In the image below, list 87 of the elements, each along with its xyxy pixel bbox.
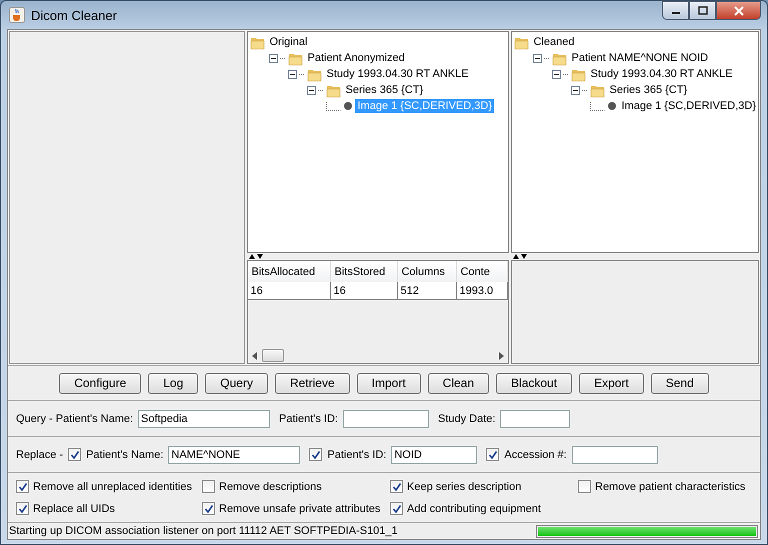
status-message: Starting up DICOM association listener on port 11112 AET SOFTPEDIA-S101_1 xyxy=(9,525,399,537)
field-label: Add contributing equipment xyxy=(407,502,541,514)
leaf-dot-icon xyxy=(343,101,354,111)
checkmark-icon xyxy=(70,450,80,460)
field-label: Patient's ID: xyxy=(279,412,338,424)
checkbox[interactable] xyxy=(68,448,82,461)
table-cell: 16 xyxy=(248,282,331,300)
input-field[interactable]: Softpedia xyxy=(138,410,270,428)
input-field[interactable]: NAME^NONE xyxy=(168,446,300,464)
split-arrows-icon[interactable] xyxy=(513,254,528,259)
field-label: Study Date: xyxy=(438,412,496,424)
action-button[interactable]: Export xyxy=(579,372,644,394)
input-field[interactable]: NOID xyxy=(391,446,478,464)
action-button[interactable]: Send xyxy=(650,372,709,394)
collapse-toggle-icon[interactable] xyxy=(533,54,542,62)
coffee-cup-icon xyxy=(9,7,25,23)
action-button[interactable]: Query xyxy=(205,372,268,394)
checkmark-icon xyxy=(488,450,498,460)
tree-item[interactable]: Study 1993.04.30 RT ANKLE xyxy=(324,67,471,81)
maximize-button[interactable] xyxy=(689,1,716,20)
field-label: Patient's Name: xyxy=(86,448,164,460)
field-label: Remove descriptions xyxy=(219,480,322,492)
field-label: Keep series description xyxy=(407,480,522,492)
close-icon xyxy=(734,6,744,16)
checkmark-icon xyxy=(392,482,402,492)
tree-item[interactable]: Image 1 {SC,DERIVED,3D} xyxy=(619,99,758,113)
minimize-button[interactable] xyxy=(662,1,689,20)
maximize-icon xyxy=(698,6,708,15)
checkmark-icon xyxy=(18,504,28,514)
right-arrow-icon[interactable] xyxy=(498,352,504,360)
field-label: Remove patient characteristics xyxy=(595,480,746,492)
tree-item[interactable]: Series 365 {CT} xyxy=(607,83,690,97)
tree-item[interactable]: Original xyxy=(267,35,310,49)
checkbox[interactable] xyxy=(202,480,215,493)
column-header[interactable]: BitsStored xyxy=(330,261,398,282)
tree-item[interactable]: Cleaned xyxy=(531,35,576,49)
action-button[interactable]: Import xyxy=(356,372,421,394)
table-cell: 512 xyxy=(398,282,457,300)
checkbox[interactable] xyxy=(578,480,591,493)
checkmark-icon xyxy=(310,450,321,460)
checkbox[interactable] xyxy=(390,502,403,515)
action-button[interactable]: Clean xyxy=(428,372,490,394)
close-button[interactable] xyxy=(716,1,761,20)
connector-line xyxy=(590,102,606,110)
checkmark-icon xyxy=(18,482,28,492)
action-button[interactable]: Retrieve xyxy=(274,372,350,394)
scroll-thumb[interactable] xyxy=(262,349,284,362)
column-header[interactable]: BitsAllocated xyxy=(248,261,331,282)
field-label: Replace - xyxy=(16,448,64,460)
field-label: Remove all unreplaced identities xyxy=(33,480,192,492)
checkbox[interactable] xyxy=(309,448,322,461)
column-header[interactable]: Columns xyxy=(398,261,457,282)
input-field[interactable] xyxy=(343,410,429,428)
collapse-toggle-icon[interactable] xyxy=(288,70,298,78)
checkmark-icon xyxy=(204,504,214,514)
field-label: Remove unsafe private attributes xyxy=(219,502,380,514)
tree-item[interactable]: Study 1993.04.30 RT ANKLE xyxy=(588,67,735,81)
leaf-dot-icon xyxy=(607,101,618,111)
action-button[interactable]: Log xyxy=(148,372,198,394)
table-cell: 16 xyxy=(330,282,398,300)
field-label: Query - Patient's Name: xyxy=(16,412,134,424)
collapse-toggle-icon[interactable] xyxy=(307,86,316,94)
checkbox[interactable] xyxy=(390,480,403,493)
tree-item[interactable]: Patient Anonymized xyxy=(305,51,407,65)
connector-line xyxy=(326,102,342,110)
split-arrows-icon[interactable] xyxy=(249,254,264,259)
input-field[interactable] xyxy=(572,446,658,464)
checkbox[interactable] xyxy=(16,502,29,515)
checkbox[interactable] xyxy=(16,480,29,493)
table-cell: 1993.0 xyxy=(456,282,508,300)
field-label: Replace all UIDs xyxy=(33,502,115,514)
action-button[interactable]: Configure xyxy=(59,372,142,394)
left-arrow-icon[interactable] xyxy=(252,352,258,360)
window-title: Dicom Cleaner xyxy=(31,8,118,22)
field-label: Accession #: xyxy=(504,448,567,460)
collapse-toggle-icon[interactable] xyxy=(269,54,278,62)
action-button[interactable]: Blackout xyxy=(496,372,572,394)
field-label: Patient's ID: xyxy=(327,448,386,460)
checkbox[interactable] xyxy=(202,502,215,515)
column-header[interactable]: Conte xyxy=(456,261,508,282)
tree-item[interactable]: Patient NAME^NONE NOID xyxy=(569,51,710,65)
tree-item[interactable]: Series 365 {CT} xyxy=(343,83,426,97)
collapse-toggle-icon[interactable] xyxy=(571,86,580,94)
collapse-toggle-icon[interactable] xyxy=(552,70,562,78)
checkbox[interactable] xyxy=(486,448,500,461)
input-field[interactable] xyxy=(500,410,570,428)
checkmark-icon xyxy=(392,504,402,514)
